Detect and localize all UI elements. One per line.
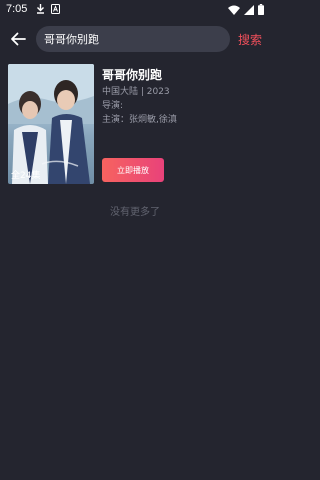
episode-count-badge: 全24集 — [11, 171, 41, 181]
region-year: 中国大陆 | 2023 — [102, 87, 170, 97]
status-left-icons — [36, 4, 60, 14]
back-button[interactable] — [8, 29, 28, 49]
search-box[interactable] — [36, 26, 230, 52]
status-bar: 7:05 — [0, 0, 270, 20]
result-title[interactable]: 哥哥你别跑 — [102, 66, 162, 83]
signal-icon — [244, 4, 254, 15]
download-icon — [37, 4, 44, 14]
wifi-icon — [228, 5, 240, 15]
poster-image[interactable]: 全24集 — [8, 64, 94, 184]
status-time: 7:05 — [6, 3, 28, 15]
director-label: 导演: — [102, 101, 124, 111]
play-now-button[interactable]: 立即播放 — [102, 158, 164, 182]
poster-art — [8, 64, 94, 184]
search-button[interactable]: 搜索 — [238, 31, 262, 48]
no-more-results: 没有更多了 — [110, 207, 160, 218]
arrow-left-icon — [11, 32, 26, 46]
search-header: 搜索 — [0, 24, 270, 54]
a-box-icon — [51, 4, 60, 14]
status-right-icons — [228, 4, 264, 15]
cast-label: 主演：张炯敏,徐滇 — [102, 115, 177, 125]
search-input[interactable] — [44, 26, 224, 52]
battery-icon — [258, 4, 264, 15]
